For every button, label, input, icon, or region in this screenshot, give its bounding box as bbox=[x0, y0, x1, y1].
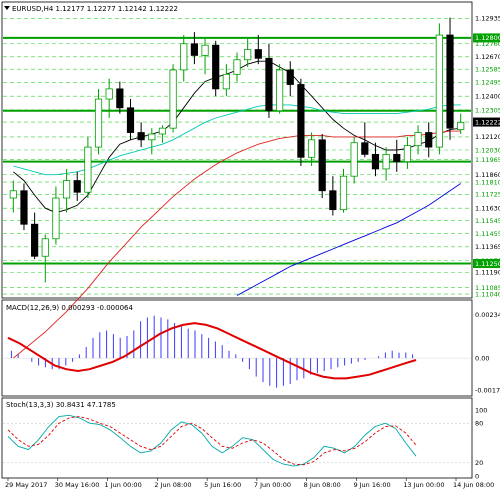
price-tick-label: 1.11810 bbox=[475, 178, 500, 186]
candle-body bbox=[265, 57, 273, 112]
candle-body bbox=[41, 238, 49, 257]
candle-body bbox=[52, 197, 60, 240]
price-tick-label: 1.12760 bbox=[475, 40, 500, 48]
candle-body bbox=[222, 73, 230, 90]
moving-average-line bbox=[13, 130, 461, 359]
candle-body bbox=[169, 69, 177, 129]
candle-body bbox=[94, 98, 103, 148]
price-tick-label: 1.11040 bbox=[475, 290, 500, 298]
price-tick-label: 1.12495 bbox=[475, 79, 500, 87]
candle-body bbox=[158, 127, 167, 135]
candle-body bbox=[425, 132, 433, 148]
candle-body bbox=[371, 153, 380, 170]
chart-window: 1.12935 1.12800 1.12760 1.12670 1.12585 1.124… bbox=[0, 0, 500, 490]
stoch-main-line bbox=[7, 414, 417, 467]
candle-body bbox=[435, 34, 443, 148]
price-tick-label: 1.12030 bbox=[475, 146, 500, 154]
price-tick-label: 1.11725 bbox=[475, 191, 500, 199]
stoch-tick-label: 100 bbox=[475, 406, 487, 414]
price-tick-label: 1.12305 bbox=[475, 106, 500, 114]
macd-signal-line bbox=[7, 322, 417, 380]
stoch-tick-label: 0 bbox=[475, 472, 479, 480]
stoch-signal-line bbox=[7, 416, 417, 466]
candle-body bbox=[286, 69, 294, 85]
stoch-pane-title: Stoch(13,3,3) 30.8431 47.1785 bbox=[6, 401, 116, 409]
candle-body bbox=[244, 49, 252, 61]
price-tick-label: 1.11365 bbox=[475, 243, 500, 251]
x-tick-label: 30 May 16:00 bbox=[55, 481, 100, 489]
candle-body bbox=[457, 121, 465, 131]
candle-body bbox=[31, 223, 39, 257]
candle-body bbox=[20, 190, 28, 225]
candle-body bbox=[105, 88, 113, 100]
price-tick-label: 1.12585 bbox=[475, 66, 500, 74]
price-tick-label: 1.12935 bbox=[475, 15, 500, 23]
price-tick-label: 1.11965 bbox=[475, 156, 500, 164]
candle-body bbox=[382, 153, 390, 170]
stoch-layer bbox=[3, 414, 471, 467]
price-tick-label: 1.12120 bbox=[475, 133, 500, 141]
x-tick-label: 29 May 2017 bbox=[5, 481, 47, 489]
chart-canvas: 1.129351.128001.127601.126701.125851.124… bbox=[1, 1, 500, 489]
x-tick-label: 2 Jun 08:00 bbox=[154, 481, 191, 489]
x-tick-label: 7 Jun 00:00 bbox=[254, 481, 291, 489]
x-tick-label: 1 Jun 00:00 bbox=[105, 481, 142, 489]
candle-body bbox=[254, 49, 262, 59]
candle-body bbox=[148, 133, 156, 141]
candle-body bbox=[201, 44, 209, 56]
price-tick-label: 1.12222 bbox=[475, 118, 500, 126]
candle-body bbox=[297, 84, 305, 158]
candle-body bbox=[393, 153, 401, 163]
stoch-tick-label: 80 bbox=[475, 420, 483, 428]
stoch-tick-label: 20 bbox=[475, 459, 483, 467]
candle-body bbox=[84, 146, 92, 193]
macd-tick-label: 0.00 bbox=[475, 354, 489, 362]
candle-body bbox=[329, 190, 337, 211]
candle-body bbox=[180, 43, 188, 71]
price-tick-label: 1.11190 bbox=[475, 269, 500, 277]
moving-average-line bbox=[13, 104, 461, 176]
candle-body bbox=[318, 139, 326, 192]
price-tick-label: 1.11545 bbox=[475, 217, 500, 225]
candle-body bbox=[276, 69, 284, 112]
candle-body bbox=[339, 175, 348, 211]
candle-body bbox=[446, 34, 454, 129]
candle-body bbox=[307, 139, 316, 158]
x-tick-label: 8 Jun 08:00 bbox=[304, 481, 341, 489]
candle-body bbox=[116, 88, 124, 109]
candle-body bbox=[350, 142, 358, 177]
x-tick-label: 5 Jun 16:00 bbox=[204, 481, 241, 489]
macd-pane-frame bbox=[1, 299, 473, 397]
candle-body bbox=[414, 132, 422, 147]
symbol-dropdown-icon[interactable] bbox=[4, 6, 10, 10]
price-tick-label: 1.11455 bbox=[475, 230, 500, 238]
candle-body bbox=[137, 132, 145, 141]
price-tick-label: 1.12670 bbox=[475, 53, 500, 61]
macd-tick-label: -0.001741 bbox=[475, 387, 500, 395]
x-tick-label: 14 Jun 08:00 bbox=[453, 481, 494, 489]
macd-layer bbox=[3, 315, 471, 388]
candle-body bbox=[9, 190, 17, 199]
price-tick-label: 1.12400 bbox=[475, 92, 500, 100]
price-tick-label: 1.11630 bbox=[475, 205, 500, 213]
macd-pane-title: MACD(12,26,9) 0.000293 -0.000064 bbox=[6, 304, 133, 312]
x-tick-label: 9 Jun 16:00 bbox=[353, 481, 390, 489]
candle-body bbox=[212, 44, 220, 90]
candle-body bbox=[361, 142, 369, 155]
price-tick-label: 1.11250 bbox=[475, 260, 500, 268]
candle-body bbox=[126, 107, 135, 133]
candle-body bbox=[403, 145, 412, 163]
candle-body bbox=[62, 180, 71, 199]
moving-average-line bbox=[236, 183, 461, 296]
x-tick-label: 13 Jun 00:00 bbox=[403, 481, 444, 489]
price-pane-title: EURUSD,H4 1.12177 1.12277 1.12142 1.1222… bbox=[12, 5, 178, 13]
macd-tick-label: 0.002344 bbox=[475, 311, 500, 319]
stoch-pane-frame bbox=[1, 397, 473, 479]
candle-body bbox=[190, 43, 198, 56]
candle-body bbox=[73, 180, 81, 193]
candle-body bbox=[233, 59, 241, 75]
